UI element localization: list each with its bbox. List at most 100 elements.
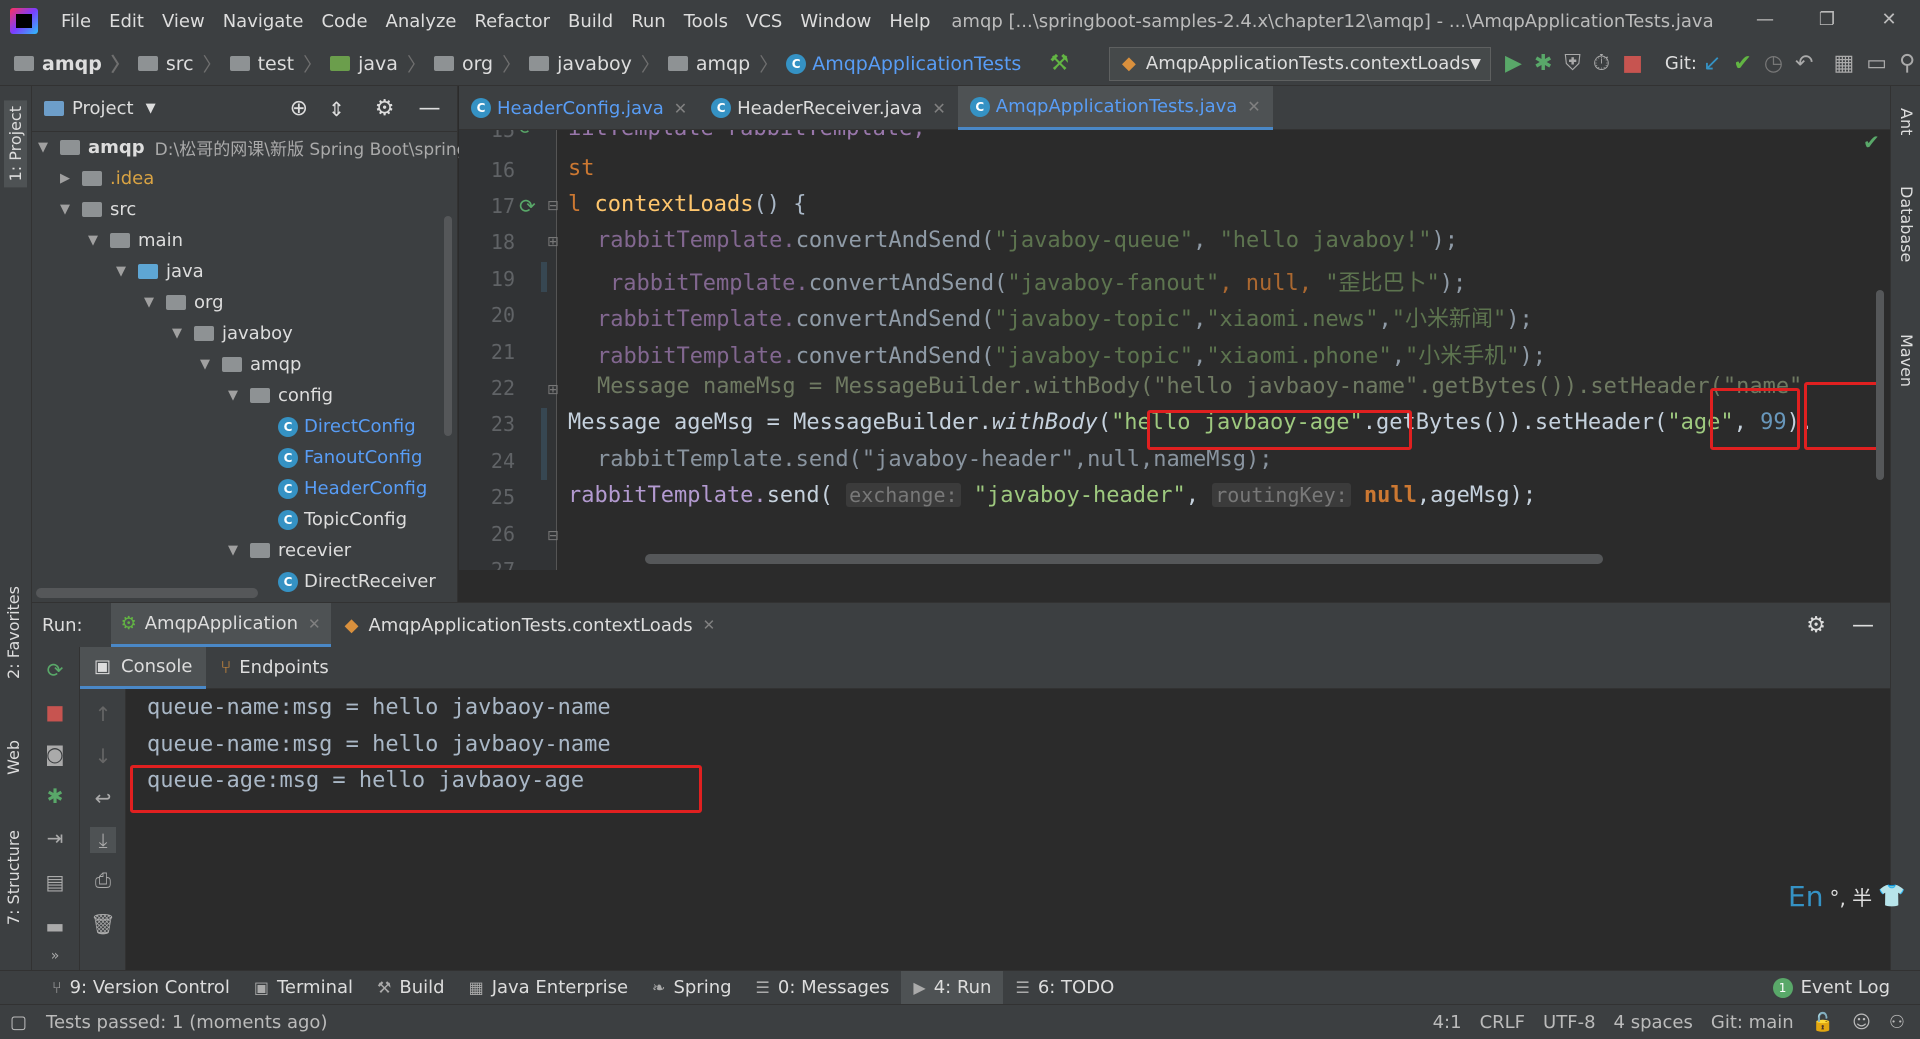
run-gutter-icon[interactable]: ⟳ [519,194,536,218]
tool-event-log[interactable]: 1 Event Log [1761,977,1902,998]
close-window-icon[interactable]: ✕ [1858,0,1920,42]
chevron-down-icon[interactable]: ▼ [146,101,156,116]
rerun-icon[interactable]: ⟳ [42,657,68,683]
menu-code[interactable]: Code [312,11,376,32]
tool-tab-project[interactable]: 1: Project [4,100,27,188]
run-tab-application[interactable]: ⚙ AmqpApplication ✕ [110,603,331,647]
lock-icon[interactable]: 🔓 [1803,1012,1843,1033]
fold-marker-icon[interactable]: ⊞ [547,234,559,250]
tree-item-src[interactable]: ▼ src [60,194,136,225]
menu-build[interactable]: Build [559,11,622,32]
status-encoding[interactable]: UTF-8 [1534,1012,1604,1033]
tool-run[interactable]: ▶ 4: Run [901,970,1004,1005]
run-tab-tests[interactable]: ◆ AmqpApplicationTests.contextLoads ✕ [331,615,730,636]
code-line-22[interactable]: Message nameMsg = MessageBuilder.withBod… [597,374,1802,399]
menu-analyze[interactable]: Analyze [377,11,466,32]
scroll-down-icon[interactable]: ↓ [90,743,116,769]
collapse-all-icon[interactable]: ⇕ [328,97,345,121]
status-position[interactable]: 4:1 [1424,1012,1471,1033]
close-icon[interactable]: ✕ [1247,97,1260,116]
menu-vcs[interactable]: VCS [737,11,791,32]
code-line-21[interactable]: rabbitTemplate.convertAndSend("javaboy-t… [597,338,1546,370]
tool-version-control[interactable]: ⑂ 9: Version Control [40,977,242,998]
breadcrumb-test[interactable]: test 〉 [222,50,322,77]
run-configuration-select[interactable]: ◆ AmqpApplicationTests.contextLoads ▼ [1109,46,1492,81]
breadcrumb-org[interactable]: org 〉 [426,50,521,77]
coverage-icon[interactable]: ⛨ [1564,49,1581,79]
status-indent[interactable]: 4 spaces [1605,1012,1702,1033]
scroll-up-icon[interactable]: ↑ [90,701,116,727]
menu-run[interactable]: Run [622,11,675,32]
close-icon[interactable]: ✕ [932,99,945,118]
git-rollback-icon[interactable]: ↶ [1795,49,1813,79]
tool-tab-ant[interactable]: Ant [1897,108,1916,135]
code-line-25[interactable]: rabbitTemplate.send( exchange: "javaboy-… [568,483,1536,508]
tab-headerreceiver[interactable]: C HeaderReceiver.java ✕ [699,86,958,130]
layout-icon[interactable]: ▤ [42,869,68,895]
editor-horizontal-scrollbar[interactable] [645,554,1603,564]
project-panel-title[interactable]: Project [72,98,134,119]
tree-item-recevier[interactable]: ▼ recevier [228,535,351,566]
gear-icon[interactable]: ⚙ [1806,613,1826,638]
close-icon[interactable]: ✕ [674,99,687,118]
presentation-icon[interactable]: ▭ [1866,49,1887,79]
hide-panel-icon[interactable]: — [1852,613,1874,638]
tree-item-javaboy[interactable]: ▼ javaboy [172,318,293,349]
menu-view[interactable]: View [153,11,214,32]
status-toggle-icon[interactable]: ▢ [10,1012,27,1033]
restore-icon[interactable]: ❐ [1796,0,1858,42]
menu-window[interactable]: Window [791,11,880,32]
gear-icon[interactable]: ⚙ [375,96,395,121]
trash-icon[interactable]: 🗑 [90,911,116,937]
tab-endpoints[interactable]: ⑂ Endpoints [206,647,342,689]
scroll-to-end-icon[interactable]: ⤓ [90,827,116,853]
status-message[interactable]: Tests passed: 1 (moments ago) [37,1012,336,1033]
tool-java-enterprise[interactable]: ▦ Java Enterprise [457,977,640,998]
tool-build[interactable]: ⚒ Build [365,977,457,998]
tab-console[interactable]: ▣ Console [80,646,207,689]
menu-edit[interactable]: Edit [100,11,153,32]
tree-item-org[interactable]: ▼ org [144,287,224,318]
locate-icon[interactable]: ⊕ [290,96,308,121]
debug-icon[interactable]: ✱ [1534,49,1552,79]
tree-item-topicconfig[interactable]: C TopicConfig [278,504,407,535]
tool-messages[interactable]: ☰ 0: Messages [744,977,902,998]
code-line-15[interactable]: iitTemplate rabbitTemplate; [568,130,926,141]
editor-vertical-scrollbar[interactable] [1876,290,1884,480]
code-line-24[interactable]: rabbitTemplate.send("javaboy-header",nul… [597,447,1273,472]
tree-item-config[interactable]: ▼ config [228,380,333,411]
project-vertical-scrollbar[interactable] [444,216,452,436]
profile-icon[interactable]: ⏱ [1593,49,1610,79]
fold-marker-icon[interactable]: ⊞ [547,382,559,398]
menu-refactor[interactable]: Refactor [465,11,559,32]
debug-rerun-icon[interactable]: ✱ [42,783,68,809]
breadcrumb-javaboy[interactable]: javaboy 〉 [521,50,660,77]
tab-headerconfig[interactable]: C HeaderConfig.java ✕ [459,86,699,130]
fold-marker-icon[interactable]: ⊟ [547,528,559,544]
stop-icon[interactable]: ■ [42,699,68,725]
git-commit-icon[interactable]: ✔ [1733,49,1751,79]
tool-spring[interactable]: ❧ Spring [640,977,744,998]
breadcrumb-src[interactable]: src 〉 [130,50,222,77]
breadcrumb-class[interactable]: C AmqpApplicationTests [778,53,1021,75]
tree-item-java[interactable]: ▼ java [116,256,204,287]
code-line-20[interactable]: rabbitTemplate.convertAndSend("javaboy-t… [597,301,1533,333]
camera-icon[interactable]: ◙ [42,741,68,767]
menu-help[interactable]: Help [880,11,939,32]
status-git-branch[interactable]: Git: main [1702,1012,1803,1033]
fold-marker-icon[interactable]: ⊟ [547,198,559,214]
close-icon[interactable]: ✕ [703,616,716,634]
tool-tab-favorites[interactable]: 2: Favorites [4,586,23,679]
close-icon[interactable]: ✕ [308,615,321,633]
tree-item-directreceiver[interactable]: C DirectReceiver [278,566,436,597]
tree-item-main[interactable]: ▼ main [88,225,183,256]
breadcrumb-java[interactable]: java 〉 [322,50,426,77]
tree-item-root[interactable]: ▼ amqp D:\松哥的网课\新版 Spring Boot\spring [38,132,467,163]
menu-tools[interactable]: Tools [675,11,737,32]
inspector-icon[interactable]: ☺ [1843,1012,1880,1033]
soft-wrap-icon[interactable]: ↩ [90,785,116,811]
project-structure-icon[interactable]: ▦ [1833,49,1854,79]
tool-terminal[interactable]: ▣ Terminal [242,977,365,998]
tool-tab-structure[interactable]: 7: Structure [4,830,23,925]
menu-navigate[interactable]: Navigate [214,11,313,32]
